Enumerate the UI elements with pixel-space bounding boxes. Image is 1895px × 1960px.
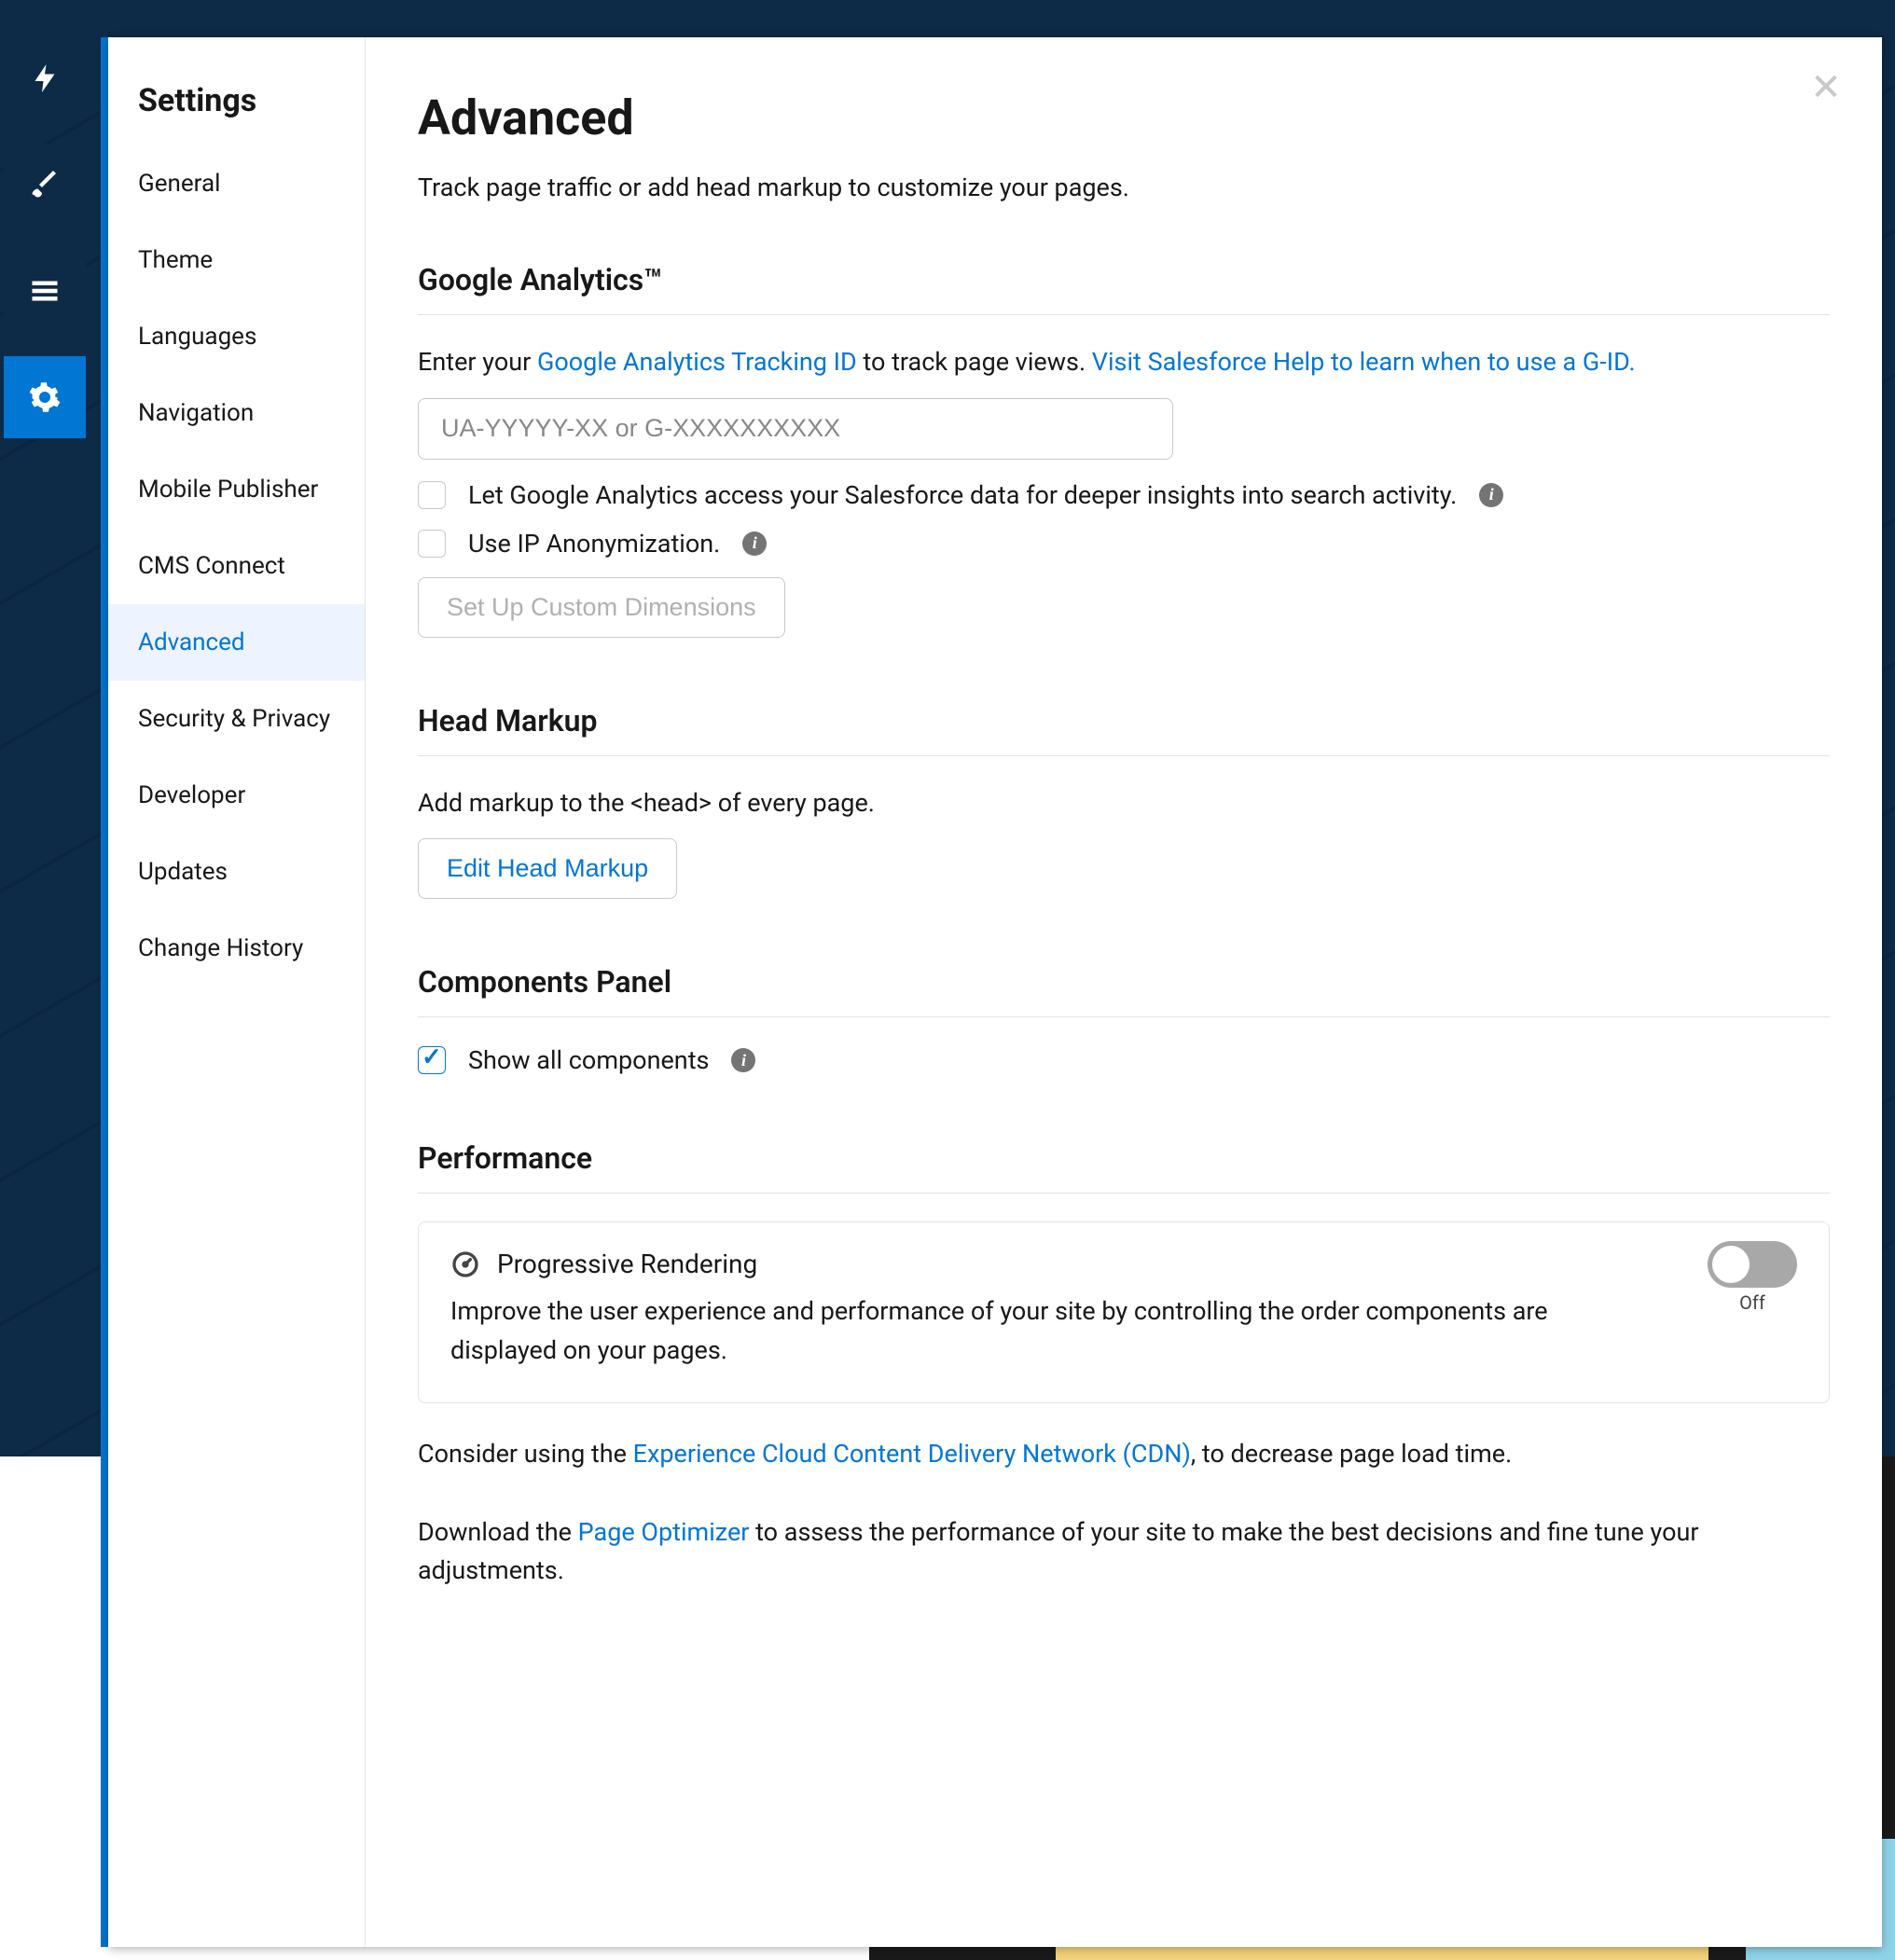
info-icon[interactable]: i	[731, 1048, 755, 1072]
rail-brush-button[interactable]	[4, 144, 86, 226]
show-all-components-checkbox[interactable]	[418, 1046, 446, 1074]
sidebar-item-updates[interactable]: Updates	[108, 834, 365, 910]
divider	[418, 1016, 1830, 1017]
tree-icon	[28, 274, 62, 308]
settings-sidebar: Settings General Theme Languages Navigat…	[108, 37, 366, 1947]
cdn-help-text: Consider using the Experience Cloud Cont…	[418, 1435, 1830, 1473]
progressive-rendering-toggle-label: Off	[1708, 1291, 1797, 1314]
close-icon: ✕	[1810, 69, 1842, 106]
settings-modal: Settings General Theme Languages Navigat…	[108, 37, 1882, 1947]
rail-tree-button[interactable]	[4, 250, 86, 332]
gauge-icon	[450, 1249, 480, 1279]
progressive-rendering-box: Progressive Rendering Improve the user e…	[418, 1222, 1830, 1403]
ga-tracking-id-link[interactable]: Google Analytics Tracking ID	[537, 347, 857, 377]
performance-section-title: Performance	[418, 1140, 1830, 1176]
sidebar-title: Settings	[108, 82, 365, 145]
divider	[418, 1193, 1830, 1194]
sidebar-item-navigation[interactable]: Navigation	[108, 375, 365, 451]
icon-rail	[0, 37, 101, 1947]
ga-ip-anon-checkbox[interactable]	[418, 530, 446, 558]
ga-help-link[interactable]: Visit Salesforce Help to learn when to u…	[1092, 347, 1636, 377]
ga-help-text: Enter your Google Analytics Tracking ID …	[418, 343, 1830, 381]
ga-access-checkbox[interactable]	[418, 481, 446, 509]
edit-head-markup-button[interactable]: Edit Head Markup	[418, 838, 677, 899]
cdn-link[interactable]: Experience Cloud Content Delivery Networ…	[633, 1439, 1191, 1469]
components-section-title: Components Panel	[418, 964, 1830, 1000]
head-markup-desc: Add markup to the <head> of every page.	[418, 784, 1830, 822]
info-icon[interactable]: i	[742, 531, 767, 556]
head-markup-section-title: Head Markup	[418, 703, 1830, 738]
show-all-components-label: Show all components	[468, 1045, 709, 1075]
progressive-rendering-toggle[interactable]	[1708, 1241, 1797, 1288]
page-title: Advanced	[418, 90, 1830, 146]
rail-bolt-button[interactable]	[4, 37, 86, 119]
page-description: Track page traffic or add head markup to…	[418, 173, 1830, 202]
page-optimizer-help-text: Download the Page Optimizer to assess th…	[418, 1513, 1830, 1589]
sidebar-item-general[interactable]: General	[108, 145, 365, 222]
divider	[418, 755, 1830, 756]
divider	[418, 314, 1830, 315]
info-icon[interactable]: i	[1479, 483, 1503, 507]
sidebar-item-change-history[interactable]: Change History	[108, 910, 365, 987]
gear-icon	[28, 380, 62, 414]
sidebar-item-mobile-publisher[interactable]: Mobile Publisher	[108, 451, 365, 528]
close-button[interactable]: ✕	[1807, 69, 1845, 106]
sidebar-item-security-privacy[interactable]: Security & Privacy	[108, 681, 365, 757]
brush-icon	[28, 168, 62, 201]
sidebar-item-theme[interactable]: Theme	[108, 222, 365, 298]
page-optimizer-link[interactable]: Page Optimizer	[578, 1517, 750, 1547]
ga-tracking-id-input[interactable]	[418, 398, 1173, 460]
sidebar-item-cms-connect[interactable]: CMS Connect	[108, 528, 365, 604]
sidebar-item-advanced[interactable]: Advanced	[108, 604, 365, 681]
settings-content: ✕ Advanced Track page traffic or add hea…	[366, 37, 1882, 1947]
ga-section-title: Google Analytics™	[418, 262, 1830, 297]
progressive-rendering-title: Progressive Rendering	[497, 1249, 757, 1279]
set-up-custom-dimensions-button[interactable]: Set Up Custom Dimensions	[418, 577, 785, 638]
progressive-rendering-desc: Improve the user experience and performa…	[450, 1292, 1616, 1371]
ga-access-label: Let Google Analytics access your Salesfo…	[468, 480, 1457, 510]
sidebar-item-developer[interactable]: Developer	[108, 757, 365, 834]
ga-ip-anon-label: Use IP Anonymization.	[468, 529, 720, 559]
bolt-icon	[28, 62, 62, 95]
sidebar-item-languages[interactable]: Languages	[108, 298, 365, 375]
rail-settings-button[interactable]	[4, 356, 86, 438]
